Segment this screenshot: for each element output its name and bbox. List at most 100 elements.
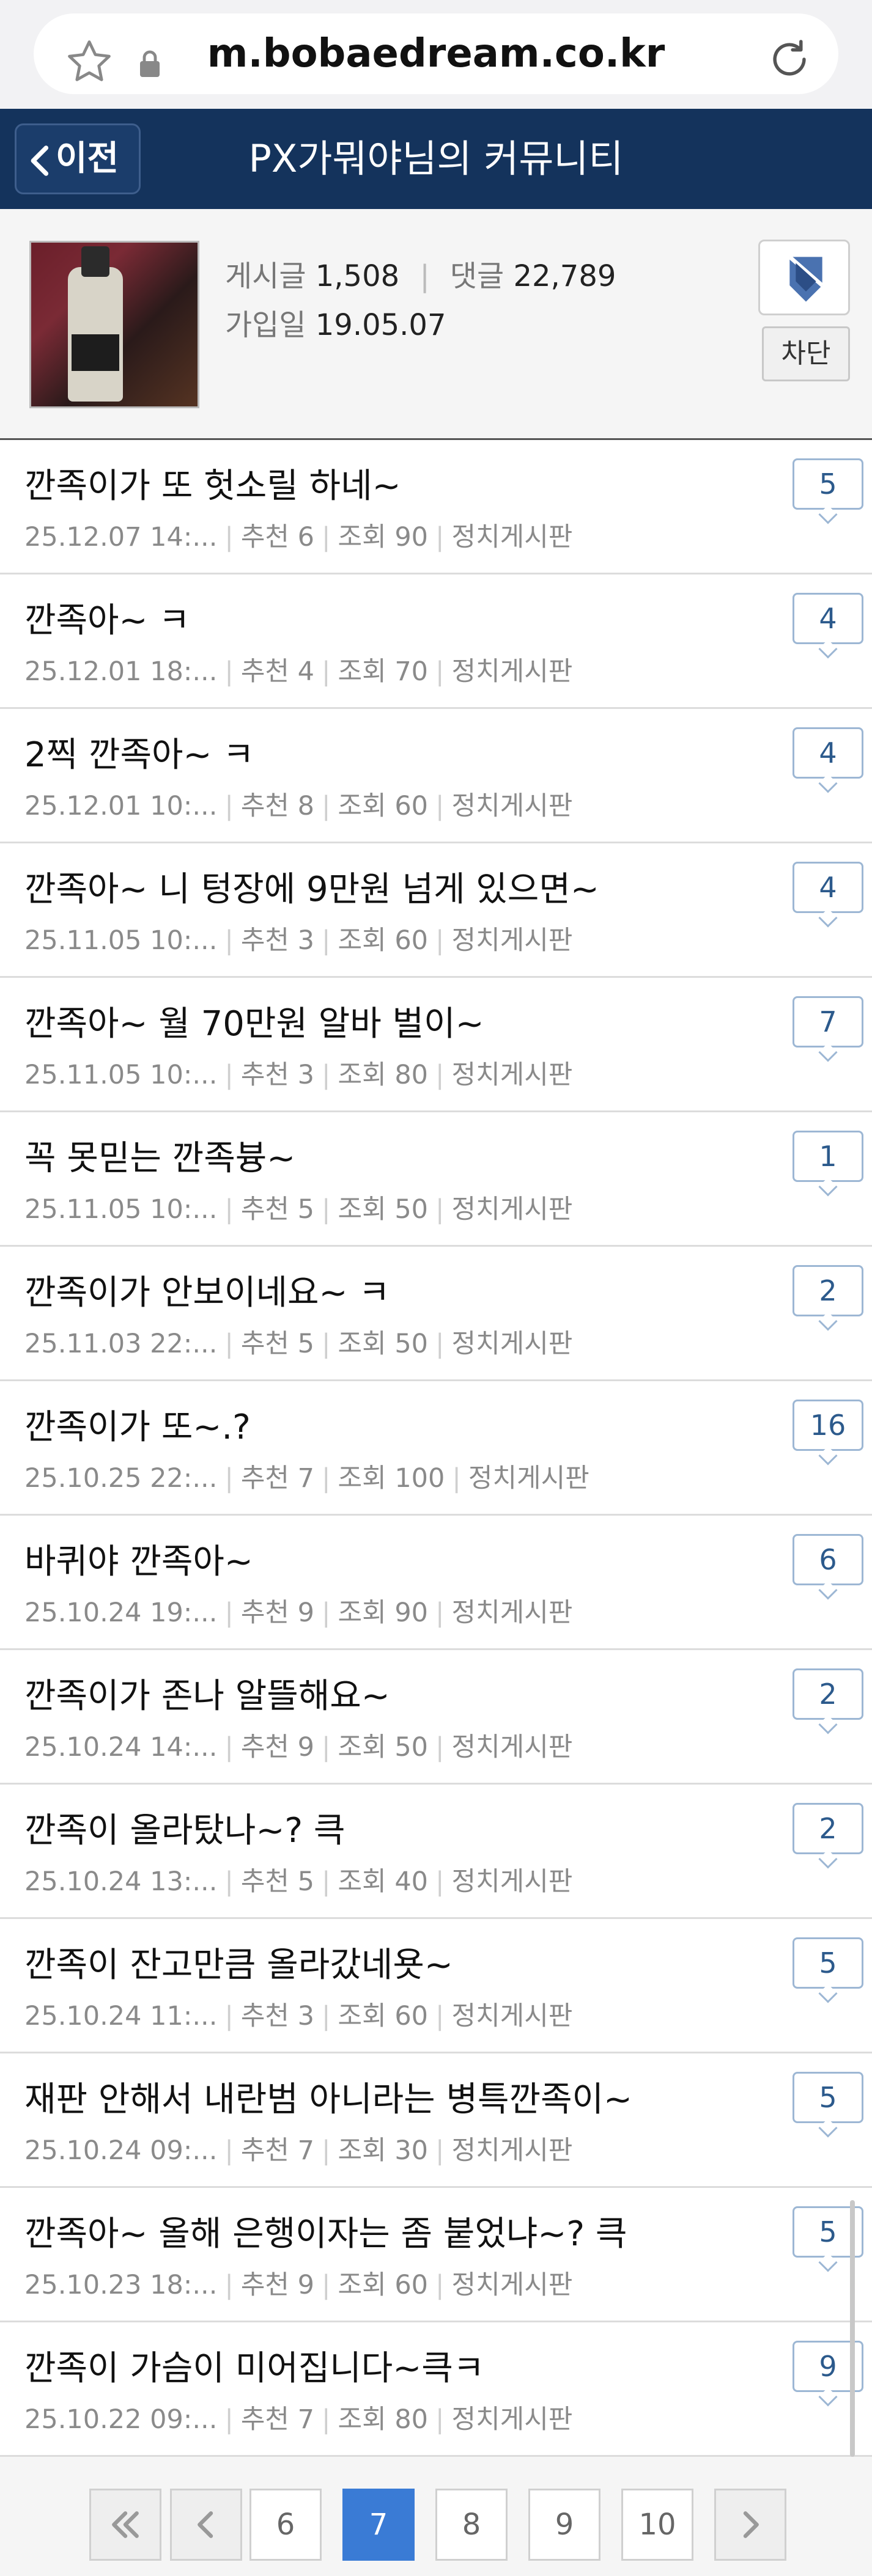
comment-count-badge[interactable]: 1: [793, 1131, 863, 1197]
post-title[interactable]: 깐족아~ 니 텅장에 9만원 넘게 있으면~: [24, 862, 599, 911]
post-date: 25.10.23 18:...: [24, 2270, 218, 2300]
comment-count-badge[interactable]: 7: [793, 996, 863, 1062]
post-row[interactable]: 깐족이가 안보이네요~ ㅋ 25.11.03 22:... | 추천 5 | 조회 50 |…: [0, 1247, 872, 1381]
speech-bubble-tail: [818, 1446, 838, 1466]
post-row[interactable]: 깐족이 올라탔나~? 큭 25.10.24 13:... | 추천 5 | 조회 40 | 정…: [0, 1785, 872, 1919]
post-row[interactable]: 깐족아~ 월 70만원 알바 벌이~ 25.11.05 10:... | 추천 3 | 조…: [0, 978, 872, 1112]
post-recommend: 추천 7: [240, 1463, 315, 1494]
speech-bubble-tail: [818, 2253, 838, 2272]
joined-date: 19.05.07: [315, 308, 446, 342]
comment-count: 5: [819, 2081, 837, 2114]
meta-divider: |: [435, 791, 445, 821]
post-row[interactable]: 꼭 못믿는 깐족븅~ 25.11.05 10:... | 추천 5 | 조회 50 | 정치게…: [0, 1112, 872, 1247]
comment-count-badge[interactable]: 2: [793, 1265, 863, 1331]
profile-section: 게시글 1,508 | 댓글 22,789 가입일 19.05.07 차단: [0, 209, 872, 440]
address-field[interactable]: m.bobaedream.co.kr: [34, 13, 838, 94]
post-title[interactable]: 바퀴야 깐족아~: [24, 1534, 253, 1583]
first-page-button[interactable]: [89, 2489, 161, 2561]
post-title[interactable]: 깐족이가 존나 알뜰해요~: [24, 1668, 390, 1718]
post-date: 25.10.24 11:...: [24, 2001, 218, 2031]
post-title[interactable]: 깐족이 잔고만큼 올라갔네욧~: [24, 1937, 453, 1987]
post-title[interactable]: 꼭 못믿는 깐족븅~: [24, 1131, 295, 1180]
member-badge[interactable]: [758, 240, 850, 315]
post-title[interactable]: 2찍 깐족아~ ㅋ: [24, 727, 254, 777]
meta-divider: |: [452, 1463, 461, 1494]
post-title[interactable]: 깐족이가 또 헛소릴 하네~: [24, 458, 401, 508]
post-views: 조회 60: [338, 925, 429, 956]
comments-label: 댓글: [449, 259, 504, 293]
comment-count-badge[interactable]: 2: [793, 1803, 863, 1869]
post-title[interactable]: 재판 안해서 내란범 아니라는 병특깐족이~: [24, 2072, 632, 2121]
post-row[interactable]: 2찍 깐족아~ ㅋ 25.12.01 10:... | 추천 8 | 조회 60 | 정치게시…: [0, 709, 872, 843]
comment-count-badge[interactable]: 5: [793, 1937, 863, 2003]
post-board: 정치게시판: [451, 925, 573, 956]
page-button-current[interactable]: 7: [342, 2489, 415, 2561]
page-button[interactable]: 10: [621, 2489, 693, 2561]
post-title[interactable]: 깐족아~ ㅋ: [24, 593, 190, 642]
post-views: 조회 70: [338, 656, 429, 687]
comment-count-badge[interactable]: 6: [793, 1534, 863, 1600]
post-date: 25.11.05 10:...: [24, 1060, 218, 1090]
meta-divider: |: [435, 2135, 445, 2166]
post-row[interactable]: 깐족아~ ㅋ 25.12.01 18:... | 추천 4 | 조회 70 | 정치게시판 4: [0, 574, 872, 709]
meta-divider: |: [322, 1329, 331, 1359]
post-row[interactable]: 깐족이가 존나 알뜰해요~ 25.10.24 14:... | 추천 9 | 조회 50 |…: [0, 1650, 872, 1785]
post-row[interactable]: 깐족아~ 올해 은행이자는 좀 붙었냐~? 큭 25.10.23 18:... | 추…: [0, 2188, 872, 2322]
post-date: 25.10.25 22:...: [24, 1463, 218, 1494]
post-row[interactable]: 깐족이 잔고만큼 올라갔네욧~ 25.10.24 11:... | 추천 3 | 조회 6…: [0, 1919, 872, 2053]
avatar[interactable]: [29, 241, 199, 408]
post-meta: 25.12.07 14:... | 추천 6 | 조회 90 | 정치게시판: [24, 516, 572, 554]
post-title[interactable]: 깐족이 가슴이 미어집니다~큭ㅋ: [24, 2341, 484, 2390]
post-list: 깐족이가 또 헛소릴 하네~ 25.12.07 14:... | 추천 6 | 조회 90…: [0, 440, 872, 2457]
post-row[interactable]: 깐족이가 또~.? 25.10.25 22:... | 추천 7 | 조회 100 | 정치게…: [0, 1381, 872, 1516]
post-title[interactable]: 깐족이가 또~.?: [24, 1400, 251, 1449]
comment-count-badge[interactable]: 4: [793, 727, 863, 793]
next-page-button[interactable]: [714, 2489, 786, 2561]
post-row[interactable]: 깐족아~ 니 텅장에 9만원 넘게 있으면~ 25.11.05 10:... | 추천…: [0, 843, 872, 978]
page-button[interactable]: 8: [435, 2489, 508, 2561]
comment-count-badge[interactable]: 4: [793, 593, 863, 659]
post-row[interactable]: 깐족이가 또 헛소릴 하네~ 25.12.07 14:... | 추천 6 | 조회 90…: [0, 440, 872, 574]
comment-count-badge[interactable]: 5: [793, 2072, 863, 2138]
post-board: 정치게시판: [451, 1866, 573, 1897]
meta-divider: |: [322, 2270, 331, 2300]
comment-count-badge[interactable]: 5: [793, 458, 863, 524]
comment-count: 2: [819, 1274, 837, 1307]
post-meta: 25.10.22 09:... | 추천 7 | 조회 80 | 정치게시판: [24, 2398, 572, 2436]
meta-divider: |: [322, 1866, 331, 1897]
post-board: 정치게시판: [451, 2001, 573, 2031]
post-meta: 25.12.01 10:... | 추천 8 | 조회 60 | 정치게시판: [24, 785, 572, 823]
post-title[interactable]: 깐족아~ 올해 은행이자는 좀 붙었냐~? 큭: [24, 2206, 627, 2256]
post-title[interactable]: 깐족아~ 월 70만원 알바 벌이~: [24, 996, 484, 1046]
page-button[interactable]: 6: [249, 2489, 322, 2561]
comment-count-badge[interactable]: 16: [793, 1400, 863, 1466]
post-board: 정치게시판: [451, 2135, 573, 2166]
scrollbar[interactable]: [850, 2200, 855, 2457]
post-row[interactable]: 바퀴야 깐족아~ 25.10.24 19:... | 추천 9 | 조회 90 | 정치게시판…: [0, 1516, 872, 1650]
post-meta: 25.10.24 11:... | 추천 3 | 조회 60 | 정치게시판: [24, 1995, 572, 2033]
speech-bubble-tail: [818, 639, 838, 659]
meta-divider: |: [322, 2001, 331, 2031]
meta-divider: |: [224, 2270, 234, 2300]
post-board: 정치게시판: [451, 1194, 573, 1225]
comment-count: 2: [819, 1812, 837, 1845]
post-row[interactable]: 재판 안해서 내란범 아니라는 병특깐족이~ 25.10.24 09:... | 추천…: [0, 2053, 872, 2188]
post-board: 정치게시판: [451, 656, 573, 687]
post-recommend: 추천 6: [240, 522, 315, 552]
post-title[interactable]: 깐족이 올라탔나~? 큭: [24, 1803, 345, 1852]
comment-count-badge[interactable]: 2: [793, 1668, 863, 1734]
post-board: 정치게시판: [451, 1060, 573, 1090]
speech-bubble-tail: [818, 1580, 838, 1600]
page-title: PX가뭐야님의 커뮤니티: [248, 136, 624, 181]
page-button[interactable]: 9: [528, 2489, 600, 2561]
meta-divider: |: [322, 1060, 331, 1090]
post-date: 25.11.05 10:...: [24, 1194, 218, 1225]
prev-page-button[interactable]: [170, 2489, 242, 2561]
block-button[interactable]: 차단: [762, 326, 850, 381]
post-title[interactable]: 깐족이가 안보이네요~ ㅋ: [24, 1265, 390, 1315]
comment-count-badge[interactable]: 4: [793, 862, 863, 928]
reload-icon[interactable]: [764, 34, 815, 84]
meta-divider: |: [322, 2404, 331, 2435]
post-row[interactable]: 깐족이 가슴이 미어집니다~큭ㅋ 25.10.22 09:... | 추천 7 | 조회 …: [0, 2322, 872, 2457]
meta-divider: |: [322, 1194, 331, 1225]
